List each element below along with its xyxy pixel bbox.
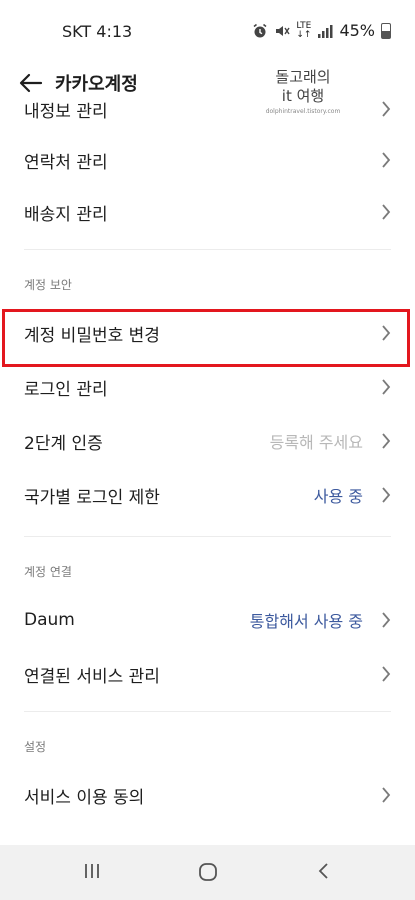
list-item-my-info[interactable]: 내정보 관리 (0, 100, 415, 136)
list-item-country-login[interactable]: 국가별 로그인 제한 사용 중 (0, 468, 415, 522)
navigation-bar (0, 845, 415, 900)
page-title: 카카오계정 (55, 74, 138, 95)
network-label: LTE (296, 20, 312, 31)
list-item-value: 통합해서 사용 중 (249, 612, 363, 631)
list-item-label: Daum (24, 610, 75, 630)
watermark-line1: 돌고래의 (275, 68, 331, 86)
list-item-service-consent[interactable]: 서비스 이용 동의 (0, 768, 415, 822)
list-item-login-manage[interactable]: 로그인 관리 (0, 360, 415, 414)
list-item-label: 로그인 관리 (24, 379, 108, 400)
list-item-label: 배송지 관리 (24, 204, 108, 225)
divider (24, 711, 391, 712)
section-header-account-link: 계정 연결 (24, 565, 72, 579)
chevron-right-icon (382, 487, 391, 503)
recent-apps-icon[interactable] (83, 862, 101, 880)
chevron-right-icon (382, 152, 391, 168)
list-item-label: 연락처 관리 (24, 152, 108, 173)
highlight-box (2, 309, 410, 367)
chevron-right-icon (382, 787, 391, 803)
chevron-right-icon (382, 379, 391, 395)
signal-icon (318, 24, 333, 38)
list-item-contacts[interactable]: 연락처 관리 (0, 133, 415, 187)
list-item-two-step[interactable]: 2단계 인증 등록해 주세요 (0, 414, 415, 468)
section-header-security: 계정 보안 (24, 278, 72, 292)
list-item-label: 2단계 인증 (24, 433, 103, 454)
chevron-right-icon (382, 612, 391, 628)
status-time: SKT 4:13 (62, 22, 133, 41)
back-icon[interactable] (316, 862, 330, 880)
list-item-shipping[interactable]: 배송지 관리 (0, 185, 415, 239)
mute-icon (276, 25, 290, 36)
list-item-label: 내정보 관리 (24, 101, 108, 122)
lte-icon: LTE ↓↑ (296, 20, 312, 40)
alarm-icon (253, 23, 267, 37)
list-item-label: 연결된 서비스 관리 (24, 666, 160, 687)
list-item-value: 등록해 주세요 (269, 433, 363, 452)
settings-list: 내정보 관리 연락처 관리 배송지 관리 계정 보안 계정 비밀번호 변경 로그… (0, 100, 415, 845)
chevron-right-icon (382, 666, 391, 682)
list-item-linked-services[interactable]: 연결된 서비스 관리 (0, 647, 415, 701)
divider (24, 536, 391, 537)
list-item-value: 사용 중 (313, 487, 363, 506)
divider (24, 249, 391, 250)
status-icons: LTE ↓↑ 45% (252, 21, 391, 40)
chevron-right-icon (382, 204, 391, 220)
status-bar: SKT 4:13 LTE ↓↑ 45% (0, 0, 415, 62)
battery-icon (381, 22, 391, 39)
chevron-right-icon (382, 433, 391, 449)
list-item-daum[interactable]: Daum 통합해서 사용 중 (0, 593, 415, 647)
arrow-left-icon[interactable] (16, 68, 46, 98)
home-icon[interactable] (198, 862, 218, 882)
section-header-settings: 설정 (24, 740, 47, 754)
list-item-label: 국가별 로그인 제한 (24, 487, 160, 508)
chevron-right-icon (382, 101, 391, 117)
battery-percent: 45% (339, 21, 375, 40)
list-item-label: 서비스 이용 동의 (24, 787, 145, 808)
